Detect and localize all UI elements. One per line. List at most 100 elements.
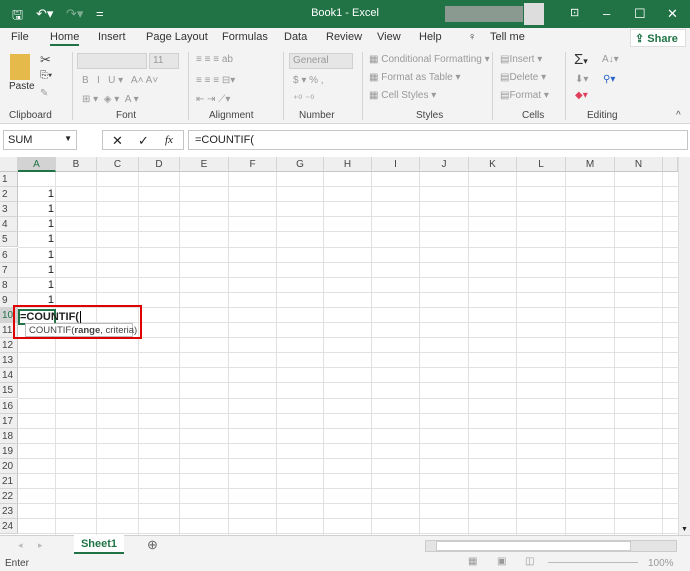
horizontal-align-icons[interactable]: ≡ ≡ ≡ ⊟▾ bbox=[196, 75, 235, 86]
enter-icon[interactable]: ✓ bbox=[138, 133, 149, 149]
font-size-select[interactable]: 11 bbox=[149, 53, 179, 69]
row-header-3[interactable]: 3 bbox=[0, 202, 18, 218]
lightbulb-icon[interactable]: ♀ bbox=[468, 31, 476, 43]
copy-icon[interactable]: ⎘▾ bbox=[40, 70, 52, 81]
column-header-F[interactable]: F bbox=[229, 157, 277, 172]
row-header-24[interactable]: 24 bbox=[0, 519, 18, 535]
font-name-select[interactable] bbox=[77, 53, 147, 69]
column-header-M[interactable]: M bbox=[566, 157, 615, 172]
prev-sheet-icon[interactable]: ◂ bbox=[18, 540, 23, 551]
tab-formulas[interactable]: Formulas bbox=[222, 31, 268, 43]
row-header-6[interactable]: 6 bbox=[0, 247, 18, 263]
conditional-formatting-button[interactable]: ▦ Conditional Formatting ▾ bbox=[369, 54, 490, 65]
zoom-slider[interactable] bbox=[548, 562, 638, 563]
cell-styles-button[interactable]: ▦ Cell Styles ▾ bbox=[369, 90, 436, 101]
row-header-22[interactable]: 22 bbox=[0, 489, 18, 505]
row-header-4[interactable]: 4 bbox=[0, 217, 18, 233]
find-select-icon[interactable]: ⚲▾ bbox=[603, 74, 615, 85]
row-header-19[interactable]: 19 bbox=[0, 443, 18, 459]
format-cells-button[interactable]: ▤Format ▾ bbox=[500, 90, 549, 101]
tab-page-layout[interactable]: Page Layout bbox=[146, 31, 208, 43]
tab-data[interactable]: Data bbox=[284, 31, 307, 43]
row-header-15[interactable]: 15 bbox=[0, 383, 18, 399]
column-header-partial[interactable] bbox=[663, 157, 678, 172]
currency-percent-icons[interactable]: $ ▾ % , bbox=[293, 75, 324, 86]
delete-cells-button[interactable]: ▤Delete ▾ bbox=[500, 72, 546, 83]
share-button[interactable]: ⇪ Share bbox=[630, 29, 686, 47]
row-header-5[interactable]: 5 bbox=[0, 232, 18, 248]
cancel-icon[interactable]: ✕ bbox=[112, 133, 123, 149]
page-break-view-icon[interactable]: ◫ bbox=[525, 556, 534, 567]
tab-home[interactable]: Home bbox=[50, 31, 80, 46]
paste-icon[interactable] bbox=[10, 54, 30, 80]
minimize-icon[interactable]: – bbox=[603, 6, 610, 21]
bold-icon[interactable]: B I U ▾ A˄ A˅ bbox=[82, 75, 158, 86]
row-header-21[interactable]: 21 bbox=[0, 474, 18, 490]
tab-view[interactable]: View bbox=[377, 31, 401, 43]
row-header-7[interactable]: 7 bbox=[0, 262, 18, 278]
tab-help[interactable]: Help bbox=[419, 31, 442, 43]
row-header-23[interactable]: 23 bbox=[0, 504, 18, 520]
cut-icon[interactable]: ✂ bbox=[40, 52, 51, 68]
column-header-B[interactable]: B bbox=[56, 157, 97, 172]
avatar[interactable] bbox=[524, 3, 544, 25]
name-box[interactable]: SUM ▼ bbox=[3, 130, 77, 150]
insert-cells-button[interactable]: ▤Insert ▾ bbox=[500, 54, 542, 65]
collapse-ribbon-icon[interactable]: ^ bbox=[676, 110, 681, 121]
select-all-corner[interactable] bbox=[0, 157, 18, 172]
cell-A2[interactable]: 1 bbox=[18, 187, 54, 202]
sort-filter-icon[interactable]: A↓▾ bbox=[602, 54, 619, 65]
tab-file[interactable]: File bbox=[11, 31, 29, 43]
worksheet-grid[interactable]: A B C D E F G H I J K L M N 1 2 1 3 1 4 1 5 1 6 1 7 1 8 1 9 1 10 11 12 13 1… bbox=[0, 157, 678, 535]
row-header-20[interactable]: 20 bbox=[0, 458, 18, 474]
row-header-1[interactable]: 1 bbox=[0, 172, 18, 188]
column-header-C[interactable]: C bbox=[97, 157, 139, 172]
close-icon[interactable]: ✕ bbox=[667, 6, 678, 22]
column-header-A[interactable]: A bbox=[18, 157, 56, 172]
format-as-table-button[interactable]: ▦ Format as Table ▾ bbox=[369, 72, 461, 83]
vertical-align-icons[interactable]: ≡ ≡ ≡ ab bbox=[196, 54, 233, 65]
cell-A3[interactable]: 1 bbox=[18, 202, 54, 217]
formula-input[interactable]: =COUNTIF( bbox=[188, 130, 688, 150]
column-header-H[interactable]: H bbox=[324, 157, 372, 172]
sheet-tab-sheet1[interactable]: Sheet1 bbox=[74, 535, 124, 554]
tab-insert[interactable]: Insert bbox=[98, 31, 126, 43]
row-header-13[interactable]: 13 bbox=[0, 353, 18, 369]
cell-A7[interactable]: 1 bbox=[18, 263, 54, 278]
clear-icon[interactable]: ◆▾ bbox=[575, 90, 588, 101]
vertical-scrollbar[interactable]: ▼ bbox=[678, 157, 690, 535]
ribbon-display-icon[interactable]: ⊡ bbox=[570, 6, 579, 19]
next-sheet-icon[interactable]: ▸ bbox=[38, 540, 43, 551]
cell-A4[interactable]: 1 bbox=[18, 217, 54, 232]
account-name[interactable] bbox=[445, 6, 523, 22]
paste-button[interactable]: Paste bbox=[9, 81, 35, 92]
indent-icons[interactable]: ⇤ ⇥ ⟋▾ bbox=[196, 94, 230, 105]
insert-function-icon[interactable]: fx bbox=[165, 134, 173, 146]
row-header-14[interactable]: 14 bbox=[0, 368, 18, 384]
cell-A5[interactable]: 1 bbox=[18, 232, 54, 247]
border-fill-color-icons[interactable]: ⊞ ▾ ◈ ▾ A ▾ bbox=[82, 94, 139, 105]
column-header-D[interactable]: D bbox=[139, 157, 180, 172]
tell-me[interactable]: Tell me bbox=[490, 31, 525, 43]
normal-view-icon[interactable]: ▦ bbox=[468, 556, 477, 567]
column-header-N[interactable]: N bbox=[615, 157, 663, 172]
row-header-16[interactable]: 16 bbox=[0, 398, 18, 414]
column-header-L[interactable]: L bbox=[517, 157, 566, 172]
autosum-icon[interactable]: Σ▾ bbox=[574, 51, 588, 68]
number-format-select[interactable]: General bbox=[289, 53, 353, 69]
cell-A8[interactable]: 1 bbox=[18, 278, 54, 293]
cell-A6[interactable]: 1 bbox=[18, 248, 54, 263]
column-header-G[interactable]: G bbox=[277, 157, 324, 172]
column-header-E[interactable]: E bbox=[180, 157, 229, 172]
horizontal-scrollbar[interactable] bbox=[425, 540, 677, 552]
format-painter-icon[interactable]: ✎ bbox=[40, 88, 48, 99]
new-sheet-icon[interactable]: ⊕ bbox=[147, 537, 158, 553]
zoom-level[interactable]: 100% bbox=[648, 558, 674, 569]
column-header-I[interactable]: I bbox=[372, 157, 420, 172]
row-header-12[interactable]: 12 bbox=[0, 338, 18, 354]
fill-icon[interactable]: ⬇▾ bbox=[575, 74, 588, 85]
tab-review[interactable]: Review bbox=[326, 31, 362, 43]
row-header-8[interactable]: 8 bbox=[0, 277, 18, 293]
page-layout-view-icon[interactable]: ▣ bbox=[497, 556, 506, 567]
column-header-K[interactable]: K bbox=[469, 157, 517, 172]
